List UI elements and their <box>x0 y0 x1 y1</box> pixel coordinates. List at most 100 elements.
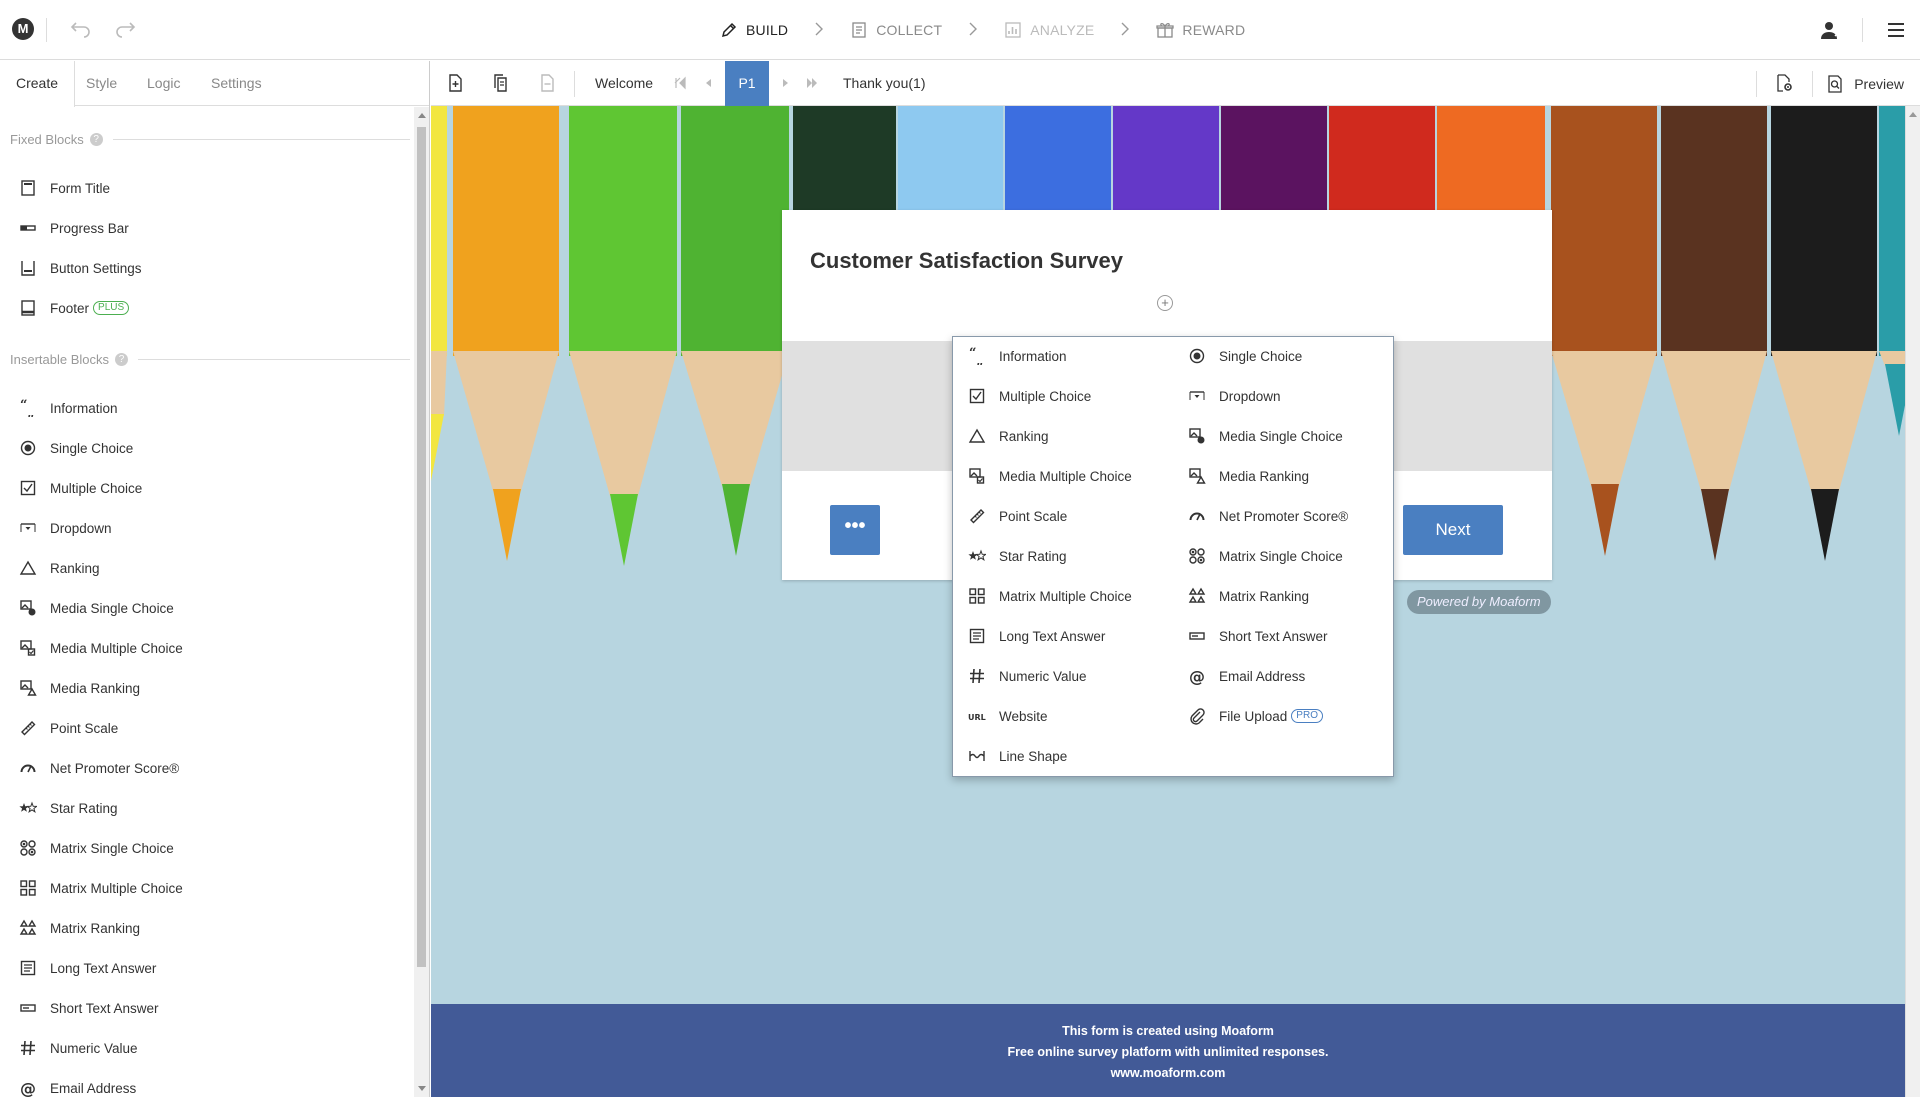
page-tab-p1[interactable]: P1 <box>725 61 769 106</box>
sidebar-item-label: Ranking <box>50 560 100 576</box>
quote-icon: “„ <box>18 398 38 418</box>
sidebar-item-matrix-single-choice[interactable]: Matrix Single Choice <box>18 836 398 860</box>
copy-page-icon[interactable] <box>491 73 513 95</box>
sidebar-item-footer[interactable]: Footer PLUS <box>18 296 398 320</box>
sidebar-item-media-ranking[interactable]: Media Ranking <box>18 676 398 700</box>
menu-item-multiple-choice[interactable]: Multiple Choice <box>967 384 1177 408</box>
sidebar-item-multiple-choice[interactable]: Multiple Choice <box>18 476 398 500</box>
menu-item-matrix-single-choice[interactable]: Matrix Single Choice <box>1187 544 1397 568</box>
undo-icon[interactable] <box>66 16 94 44</box>
step-arrow-icon <box>788 20 850 41</box>
sidebar-item-numeric-value[interactable]: Numeric Value <box>18 1036 398 1060</box>
sidebar-item-email-address[interactable]: @ Email Address <box>18 1076 398 1097</box>
gauge-icon <box>18 758 38 778</box>
sidebar-item-progress-bar[interactable]: Progress Bar <box>18 216 398 240</box>
menu-item-label: Media Ranking <box>1219 468 1310 484</box>
sidebar-item-matrix-ranking[interactable]: Matrix Ranking <box>18 916 398 940</box>
sidebar-scrollbar[interactable] <box>414 107 429 1097</box>
sidebar-item-star-rating[interactable]: Star Rating <box>18 796 398 820</box>
welcome-page-tab[interactable]: Welcome <box>595 61 653 106</box>
star-icon <box>967 546 987 566</box>
menu-item-label: Website <box>999 708 1048 724</box>
page-settings-icon[interactable] <box>1774 73 1796 95</box>
step-collect[interactable]: COLLECT <box>850 21 942 39</box>
sidebar-item-dropdown[interactable]: Dropdown <box>18 516 398 540</box>
sidebar-item-label: Single Choice <box>50 440 134 456</box>
next-button[interactable]: Next <box>1403 505 1503 555</box>
menu-item-matrix-ranking[interactable]: Matrix Ranking <box>1187 584 1397 608</box>
sidebar-item-single-choice[interactable]: Single Choice <box>18 436 398 460</box>
menu-item-media-ranking[interactable]: Media Ranking <box>1187 464 1397 488</box>
help-icon[interactable]: ? <box>89 133 103 146</box>
gift-icon <box>1156 21 1182 39</box>
menu-item-numeric-value[interactable]: Numeric Value <box>967 664 1177 688</box>
menu-item-net-promoter-score[interactable]: Net Promoter Score® <box>1187 504 1397 528</box>
menu-item-media-single-choice[interactable]: Media Single Choice <box>1187 424 1397 448</box>
menu-item-media-multiple-choice[interactable]: Media Multiple Choice <box>967 464 1177 488</box>
moaform-logo[interactable]: M <box>12 18 34 40</box>
radio-icon <box>1187 346 1207 366</box>
add-page-icon[interactable] <box>445 73 467 95</box>
sidebar-item-information[interactable]: “„ Information <box>18 396 398 420</box>
add-block-plus-icon[interactable]: + <box>1157 295 1173 311</box>
menu-item-label: Media Single Choice <box>1219 428 1343 444</box>
footer-line-2: Free online survey platform with unlimit… <box>1007 1045 1329 1059</box>
tab-create[interactable]: Create <box>0 61 76 107</box>
pencil-icon <box>720 21 746 39</box>
first-page-icon[interactable] <box>671 73 693 95</box>
scroll-thumb[interactable] <box>417 127 426 967</box>
sidebar-item-short-text-answer[interactable]: Short Text Answer <box>18 996 398 1020</box>
form-title[interactable]: Customer Satisfaction Survey <box>810 248 1123 274</box>
scroll-up-icon[interactable] <box>1909 112 1917 117</box>
tab-logic[interactable]: Logic <box>131 61 196 106</box>
menu-item-file-upload[interactable]: File Upload PRO <box>1187 704 1397 728</box>
menu-item-dropdown[interactable]: Dropdown <box>1187 384 1397 408</box>
more-options-button[interactable]: ••• <box>830 505 880 555</box>
menu-item-point-scale[interactable]: Point Scale <box>967 504 1177 528</box>
menu-item-single-choice[interactable]: Single Choice <box>1187 344 1397 368</box>
sidebar-item-media-multiple-choice[interactable]: Media Multiple Choice <box>18 636 398 660</box>
thank-you-page-tab[interactable]: Thank you(1) <box>843 61 925 106</box>
prev-page-icon[interactable] <box>699 73 721 95</box>
menu-item-star-rating[interactable]: Star Rating <box>967 544 1177 568</box>
tab-style[interactable]: Style <box>70 61 133 106</box>
sidebar-item-net-promoter-score[interactable]: Net Promoter Score® <box>18 756 398 780</box>
redo-icon[interactable] <box>112 16 140 44</box>
menu-item-email-address[interactable]: @ Email Address <box>1187 664 1397 688</box>
hamburger-menu-icon[interactable] <box>1884 18 1908 42</box>
sidebar-item-label: Dropdown <box>50 520 112 536</box>
menu-item-long-text-answer[interactable]: Long Text Answer <box>967 624 1177 648</box>
menu-item-label: Single Choice <box>1219 348 1303 364</box>
footer-icon <box>18 298 38 318</box>
menu-item-information[interactable]: “„ Information <box>967 344 1177 368</box>
menu-item-line-shape[interactable]: Line Shape <box>967 744 1177 768</box>
step-reward[interactable]: REWARD <box>1156 21 1245 39</box>
menu-item-ranking[interactable]: Ranking <box>967 424 1177 448</box>
scroll-down-icon[interactable] <box>418 1086 426 1091</box>
footer-link[interactable]: www.moaform.com <box>431 1063 1905 1084</box>
step-analyze[interactable]: ANALYZE <box>1004 21 1094 39</box>
sidebar-item-point-scale[interactable]: Point Scale <box>18 716 398 740</box>
last-page-icon[interactable] <box>801 73 823 95</box>
quote-icon: “„ <box>967 346 987 366</box>
delete-page-icon[interactable] <box>537 73 559 95</box>
preview-button[interactable]: Preview <box>1826 61 1904 106</box>
sidebar-item-form-title[interactable]: Form Title <box>18 176 398 200</box>
tab-settings[interactable]: Settings <box>195 61 278 106</box>
powered-by-badge[interactable]: Powered by Moaform <box>1407 590 1551 614</box>
sidebar-item-button-settings[interactable]: Button Settings <box>18 256 398 280</box>
sidebar-item-media-single-choice[interactable]: Media Single Choice <box>18 596 398 620</box>
canvas-scrollbar[interactable] <box>1905 106 1920 1097</box>
sidebar-item-ranking[interactable]: Ranking <box>18 556 398 580</box>
help-icon[interactable]: ? <box>115 353 128 366</box>
step-build[interactable]: BUILD <box>720 21 788 39</box>
sidebar-item-long-text-answer[interactable]: Long Text Answer <box>18 956 398 980</box>
next-page-icon[interactable] <box>775 73 797 95</box>
user-icon[interactable] <box>1818 18 1842 42</box>
scroll-up-icon[interactable] <box>418 113 426 118</box>
menu-item-short-text-answer[interactable]: Short Text Answer <box>1187 624 1397 648</box>
menu-item-matrix-multiple-choice[interactable]: Matrix Multiple Choice <box>967 584 1177 608</box>
menu-item-website[interactable]: URL Website <box>967 704 1177 728</box>
sidebar-item-matrix-multiple-choice[interactable]: Matrix Multiple Choice <box>18 876 398 900</box>
divider <box>46 18 47 42</box>
